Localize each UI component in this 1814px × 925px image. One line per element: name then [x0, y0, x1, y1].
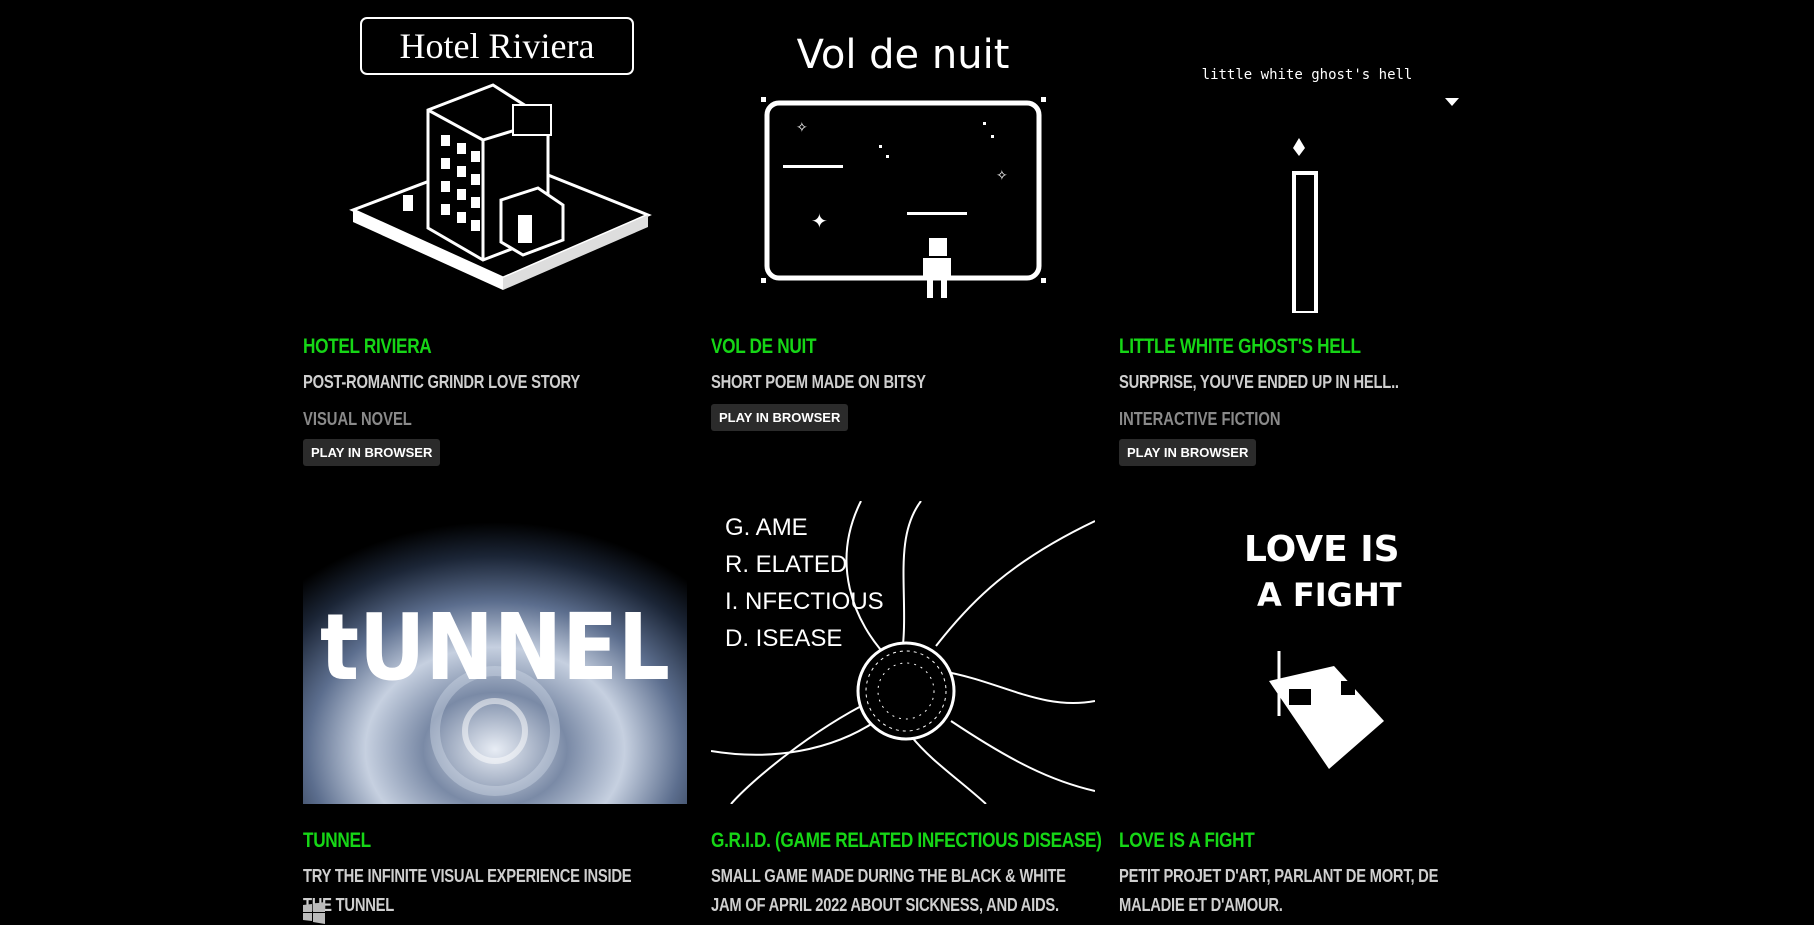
tunnel-logo-text: tUNNEL — [320, 594, 670, 701]
game-description-vol-de-nuit: Short poem made on Bitsy — [711, 372, 926, 392]
play-in-browser-button[interactable]: Play in browser — [711, 404, 849, 431]
game-thumbnail-grid[interactable]: G. AME R. ELATED I. NFECTIOUS D. ISEASE — [711, 501, 1095, 804]
game-title-little-white-ghosts-hell[interactable]: Little White Ghost's Hell — [1119, 335, 1480, 359]
game-thumbnail-little-white-ghosts-hell[interactable]: little white ghost's hell — [1119, 10, 1503, 313]
game-thumbnail-hotel-riviera[interactable]: Hotel Riviera — [303, 10, 687, 313]
love-is-line-2: A FIGHT — [1257, 576, 1402, 614]
grid-line-4: D. ISEASE — [725, 625, 842, 652]
game-description-tunnel: Try the infinite visual experience insid… — [303, 866, 632, 915]
game-description-grid: Small game made during the Black & White… — [711, 866, 1066, 915]
grid-line-3: I. NFECTIOUS — [725, 588, 884, 615]
vol-de-nuit-logo-text: Vol de nuit — [797, 32, 1010, 78]
love-is-line-1: LOVE IS — [1244, 529, 1400, 570]
hotel-riviera-logo-text: Hotel Riviera — [400, 26, 595, 66]
game-title-grid[interactable]: G.R.I.D. (Game Related Infectious Diseas… — [711, 829, 1102, 853]
svg-text:✦: ✦ — [811, 211, 828, 233]
game-title-hotel-riviera[interactable]: Hotel Riviera — [303, 335, 664, 359]
game-genre-hotel-riviera: Visual Novel — [303, 409, 412, 429]
game-title-vol-de-nuit[interactable]: Vol de nuit — [711, 335, 1072, 359]
windows-icon — [303, 902, 325, 924]
game-title-love-is-a-fight[interactable]: Love is a fight — [1119, 829, 1480, 853]
little-white-ghosts-hell-logo-text: little white ghost's hell — [1202, 67, 1413, 83]
svg-text:✧: ✧ — [796, 119, 808, 135]
game-description-love-is-a-fight: Petit projet d'art, parlant de mort, de … — [1119, 866, 1439, 915]
grid-line-1: G. AME — [725, 514, 808, 541]
game-thumbnail-tunnel[interactable]: tUNNEL — [303, 501, 687, 804]
game-title-tunnel[interactable]: Tunnel — [303, 829, 664, 853]
game-thumbnail-vol-de-nuit[interactable]: Vol de nuit ✧ ✧ ✦ — [711, 10, 1095, 313]
svg-text:✧: ✧ — [996, 167, 1008, 183]
grid-line-2: R. ELATED — [725, 551, 847, 578]
game-description-little-white-ghosts-hell: Surprise, you've ended up in hell.. — [1119, 372, 1399, 392]
game-genre-little-white-ghosts-hell: Interactive Fiction — [1119, 409, 1281, 429]
game-description-hotel-riviera: Post-romantic Grindr love story — [303, 372, 580, 392]
play-in-browser-button[interactable]: Play in browser — [1119, 439, 1257, 466]
play-in-browser-button[interactable]: Play in browser — [303, 439, 441, 466]
game-thumbnail-love-is-a-fight[interactable]: LOVE IS A FIGHT — [1119, 501, 1503, 804]
